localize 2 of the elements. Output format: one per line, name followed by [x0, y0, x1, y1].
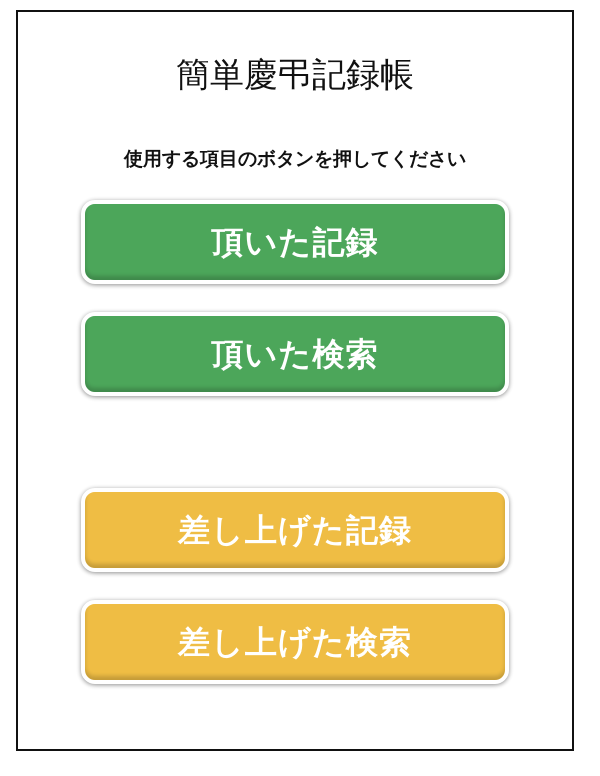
instruction-text: 使用する項目のボタンを押してください	[124, 147, 466, 172]
app-title: 簡単慶弔記録帳	[176, 54, 414, 97]
